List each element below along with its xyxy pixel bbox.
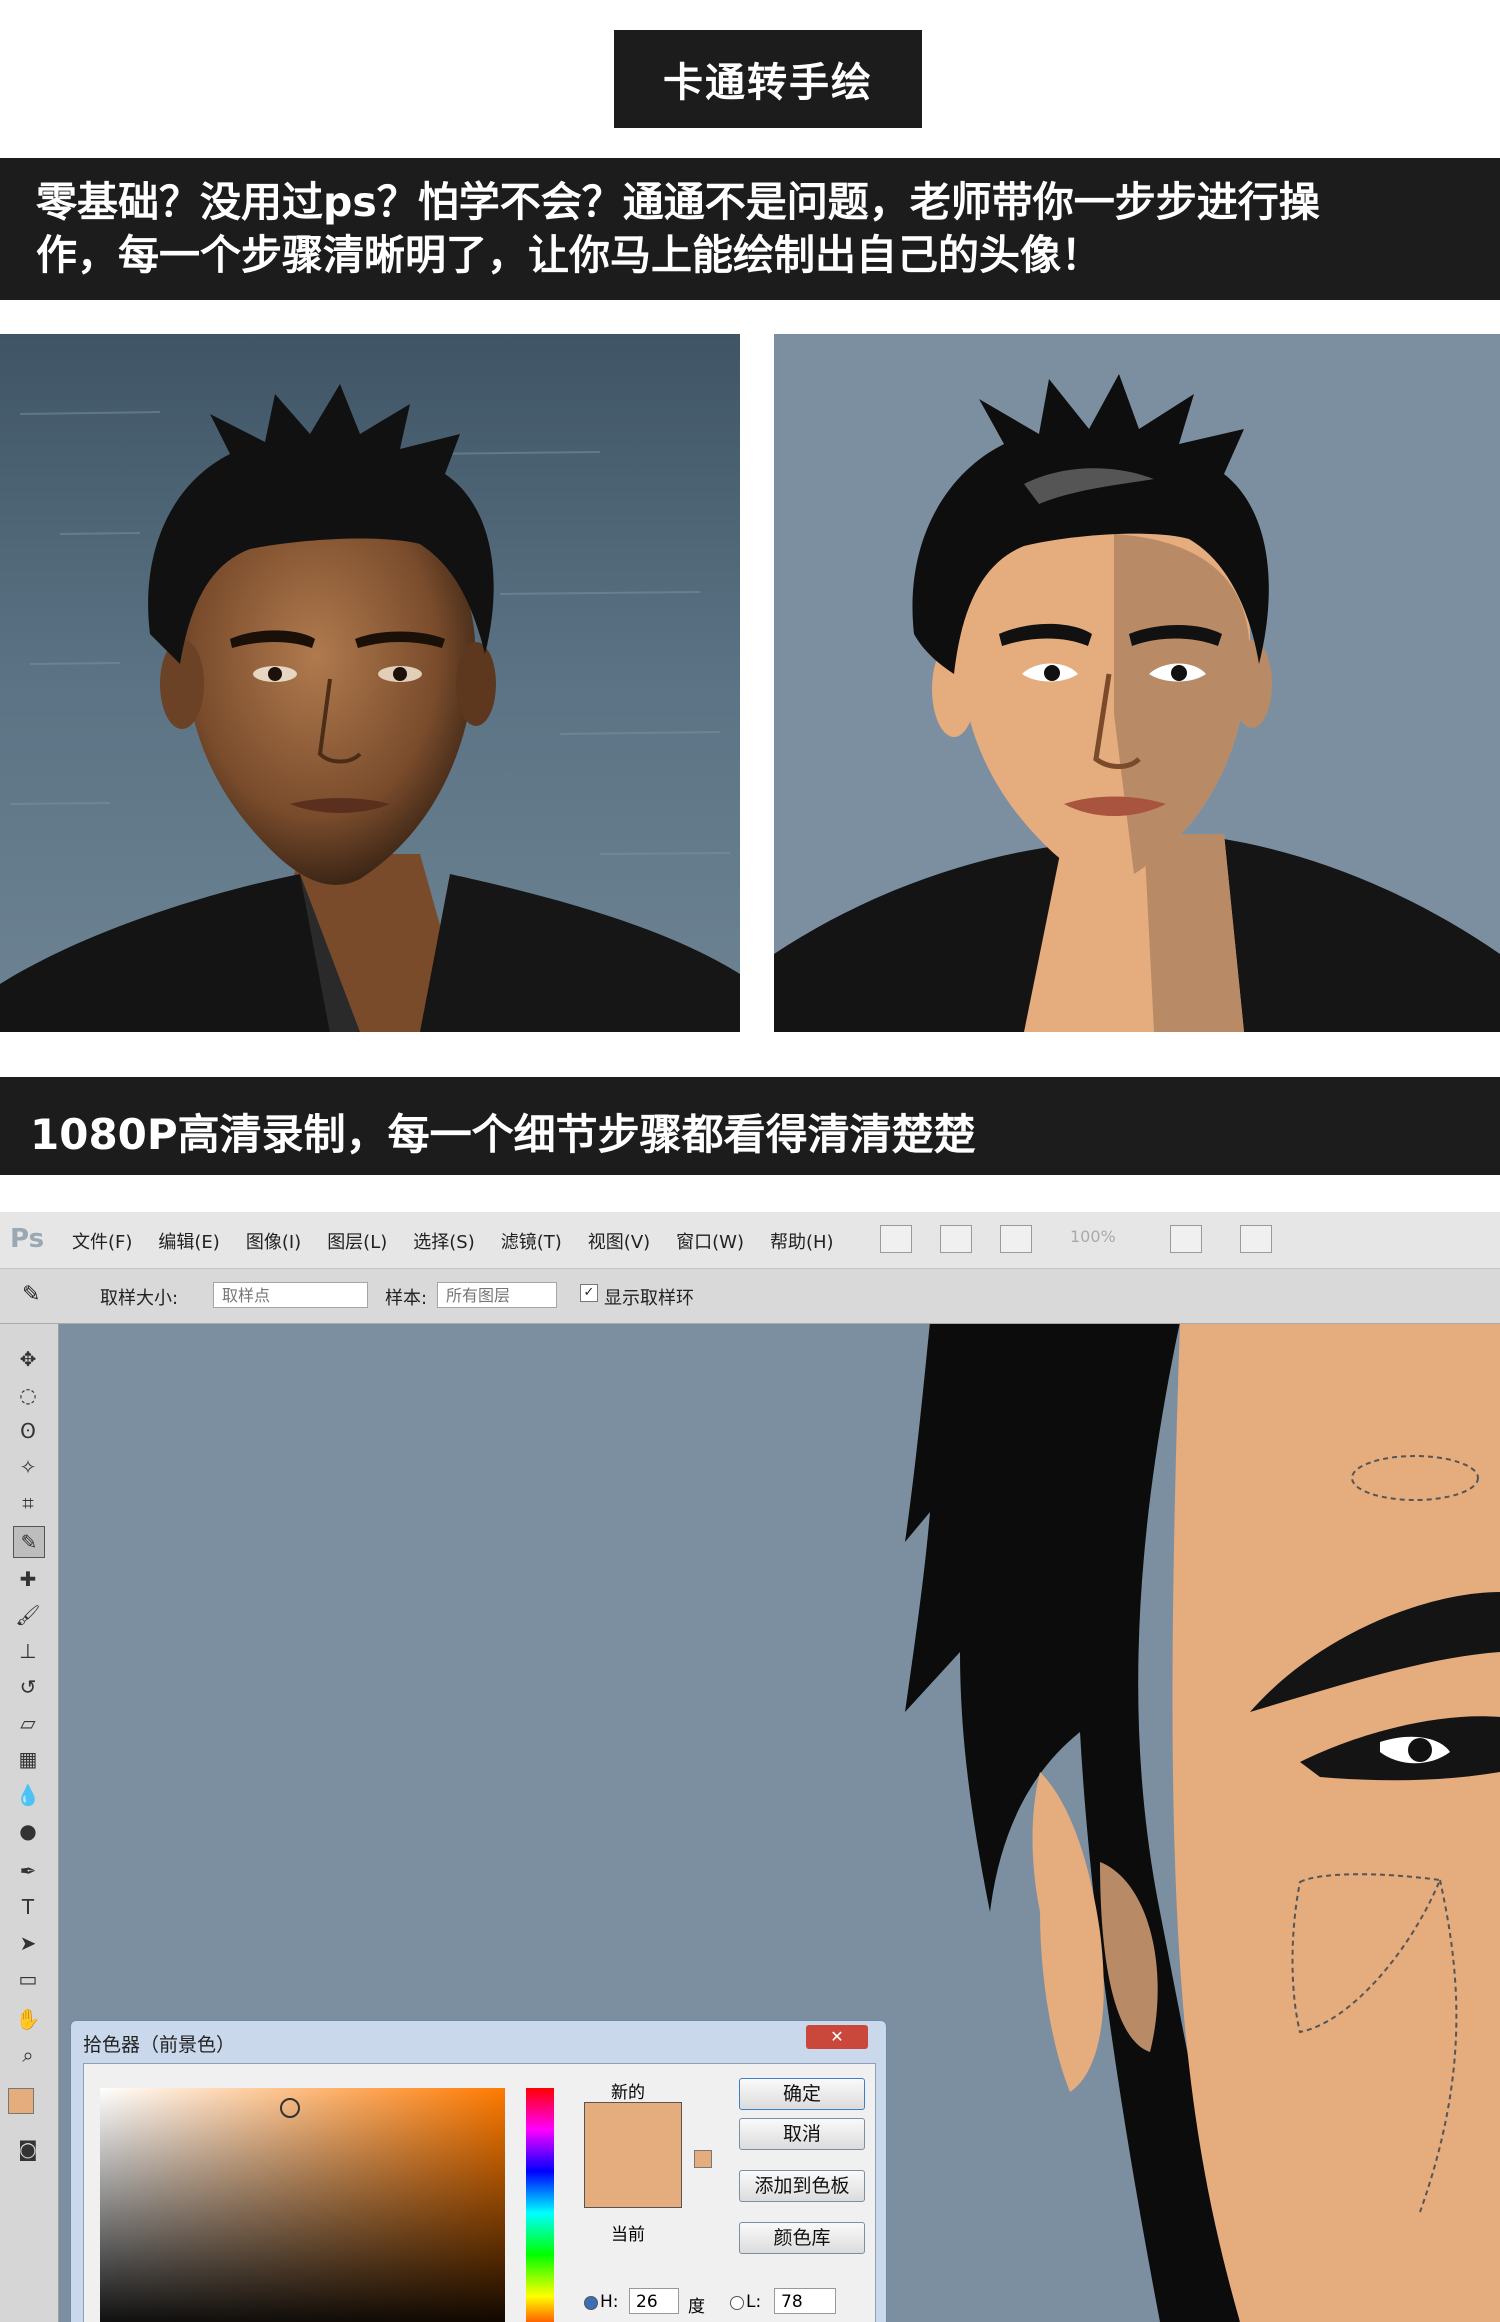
screen-mode-icon[interactable]	[1240, 1225, 1272, 1253]
bridge-icon[interactable]	[880, 1225, 912, 1253]
menu-window[interactable]: 窗口(W)	[676, 1228, 744, 1254]
menu-help[interactable]: 帮助(H)	[770, 1228, 834, 1254]
menu-image[interactable]: 图像(I)	[246, 1228, 301, 1254]
move-tool-icon[interactable]: ✥	[13, 1344, 43, 1374]
page-title: 卡通转手绘	[614, 30, 922, 128]
section-text: 1080P高清录制，每一个细节步骤都看得清清楚楚	[30, 1110, 976, 1159]
healing-brush-icon[interactable]: ✚	[13, 1564, 43, 1594]
sample-label: 样本:	[385, 1288, 428, 1309]
intro-line-2: 作，每一个步骤清晰明了，让你马上能绘制出自己的头像！	[36, 231, 1102, 279]
ok-button[interactable]: 确定	[739, 2078, 865, 2110]
toolbox: ✥ ◌ ʘ ✧ ⌗ ✎ ✚ 🖌 ⊥ ↺ ▱ ▦ 💧 ● ✒ T ➤ ▭ ✋ ⌕ …	[0, 1324, 59, 2322]
current-color-label: 当前	[611, 2225, 645, 2245]
dialog-titlebar: 拾色器（前景色） ✕	[71, 2021, 886, 2059]
menu-layer[interactable]: 图层(L)	[327, 1228, 387, 1254]
menu-bar: Ps 文件(F) 编辑(E) 图像(I) 图层(L) 选择(S) 滤镜(T) 视…	[0, 1212, 1500, 1269]
eyedropper-icon[interactable]: ✎	[22, 1282, 40, 1307]
photoshop-window: Ps 文件(F) 编辑(E) 图像(I) 图层(L) 选择(S) 滤镜(T) 视…	[0, 1212, 1500, 2322]
cancel-button[interactable]: 取消	[739, 2118, 865, 2150]
zoom-level[interactable]: 100%	[1070, 1227, 1116, 1246]
options-bar: ✎ 取样大小: 取样点 样本: 所有图层 ✓ 显示取样环	[0, 1269, 1500, 1324]
new-color-swatch	[584, 2102, 682, 2208]
eyedropper-tool-icon[interactable]: ✎	[13, 1526, 45, 1558]
section-banner: 1080P高清录制，每一个细节步骤都看得清清楚楚	[0, 1077, 1500, 1175]
mini-bridge-icon[interactable]	[940, 1225, 972, 1253]
original-photo	[0, 334, 740, 1032]
quick-select-tool-icon[interactable]: ✧	[13, 1452, 43, 1482]
l-input[interactable]: 78	[774, 2288, 836, 2314]
show-ring-label: 显示取样环	[604, 1288, 694, 1309]
dialog-body: 新的 当前 确定 取消 添加到色板 颜色库 H: 26 度 L: 78	[83, 2063, 876, 2322]
menu-view[interactable]: 视图(V)	[588, 1228, 650, 1254]
menu-edit[interactable]: 编辑(E)	[158, 1228, 219, 1254]
new-color-label: 新的	[611, 2083, 645, 2103]
history-brush-icon[interactable]: ↺	[13, 1672, 43, 1702]
add-to-swatches-button[interactable]: 添加到色板	[739, 2170, 865, 2202]
h-label: H:	[600, 2292, 619, 2312]
intro-line-1: 零基础？没用过ps？怕学不会？通通不是问题，老师带你一步步进行操	[36, 178, 1320, 226]
foreground-color-swatch[interactable]	[8, 2088, 34, 2114]
zoom-tool-icon[interactable]: ⌕	[13, 2040, 43, 2070]
gradient-tool-icon[interactable]: ▦	[13, 1744, 43, 1774]
sample-select[interactable]: 所有图层	[437, 1282, 557, 1308]
intro-banner: 零基础？没用过ps？怕学不会？通通不是问题，老师带你一步步进行操 作，每一个步骤…	[0, 158, 1500, 300]
menu-file[interactable]: 文件(F)	[72, 1228, 132, 1254]
l-label: L:	[746, 2292, 762, 2312]
sample-size-label: 取样大小:	[100, 1288, 179, 1309]
pen-tool-icon[interactable]: ✒	[13, 1856, 43, 1886]
l-radio[interactable]	[730, 2296, 744, 2310]
path-select-icon[interactable]: ➤	[13, 1928, 43, 1958]
cartoon-illustration	[774, 334, 1500, 1032]
stamp-tool-icon[interactable]: ⊥	[13, 1636, 43, 1666]
crop-tool-icon[interactable]: ⌗	[13, 1488, 43, 1518]
h-input[interactable]: 26	[629, 2288, 679, 2314]
ps-logo: Ps	[10, 1224, 45, 1254]
color-field[interactable]	[100, 2088, 505, 2322]
blur-tool-icon[interactable]: 💧	[13, 1780, 43, 1810]
menu-select[interactable]: 选择(S)	[413, 1228, 474, 1254]
show-ring-checkbox[interactable]: ✓	[580, 1284, 598, 1302]
color-picker-dialog: 拾色器（前景色） ✕ 新的 当前 确定 取消 添加到色板 颜色库 H: 26 度…	[70, 2020, 887, 2322]
hand-tool-icon[interactable]: ✋	[13, 2004, 43, 2034]
dodge-tool-icon[interactable]: ●	[13, 1816, 43, 1846]
marquee-tool-icon[interactable]: ◌	[13, 1380, 43, 1410]
arrange-icon[interactable]	[1000, 1225, 1032, 1253]
workspace-layout-icon[interactable]	[1170, 1225, 1202, 1253]
menu-items: 文件(F) 编辑(E) 图像(I) 图层(L) 选择(S) 滤镜(T) 视图(V…	[72, 1228, 834, 1254]
lasso-tool-icon[interactable]: ʘ	[13, 1416, 43, 1446]
web-color-warning-icon[interactable]	[694, 2150, 712, 2168]
shape-tool-icon[interactable]: ▭	[13, 1964, 43, 1994]
h-unit: 度	[688, 2297, 705, 2317]
h-radio[interactable]	[584, 2296, 598, 2310]
dialog-title: 拾色器（前景色）	[83, 2034, 236, 2056]
hue-slider[interactable]	[526, 2088, 554, 2322]
sample-size-select[interactable]: 取样点	[213, 1282, 368, 1308]
close-icon[interactable]: ✕	[806, 2025, 868, 2049]
color-libraries-button[interactable]: 颜色库	[739, 2222, 865, 2254]
color-field-cursor[interactable]	[280, 2098, 300, 2118]
type-tool-icon[interactable]: T	[13, 1892, 43, 1922]
intro-text: 零基础？没用过ps？怕学不会？通通不是问题，老师带你一步步进行操 作，每一个步骤…	[36, 176, 1320, 282]
menu-filter[interactable]: 滤镜(T)	[501, 1228, 562, 1254]
eraser-tool-icon[interactable]: ▱	[13, 1708, 43, 1738]
brush-tool-icon[interactable]: 🖌	[13, 1600, 43, 1630]
quick-mask-icon[interactable]: ◙	[13, 2134, 43, 2164]
